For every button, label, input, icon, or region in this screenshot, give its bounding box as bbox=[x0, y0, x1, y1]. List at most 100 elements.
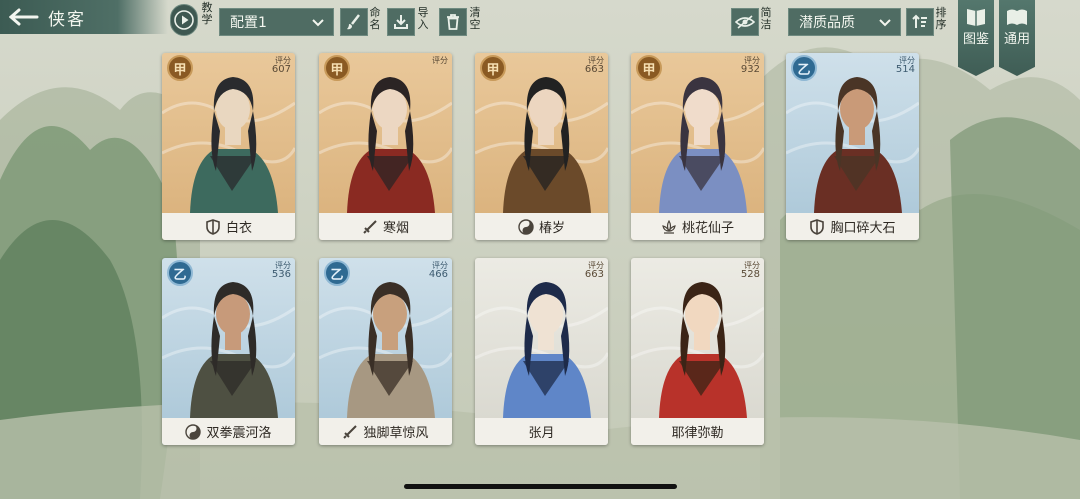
book-icon bbox=[967, 9, 985, 26]
character-name: 桃花仙子 bbox=[681, 221, 734, 236]
score-value: 536 bbox=[271, 269, 291, 280]
config-select[interactable]: 配置1 bbox=[219, 8, 334, 36]
score-value: 607 bbox=[271, 64, 291, 75]
score-block: 评分 bbox=[424, 56, 448, 65]
lotus-icon bbox=[661, 219, 677, 235]
score-block: 评分 932 bbox=[736, 56, 760, 75]
character-portrait bbox=[814, 77, 902, 213]
quality-select[interactable]: 潜质品质 bbox=[788, 8, 901, 36]
character-portrait bbox=[190, 282, 278, 418]
character-card[interactable]: 甲 评分寒烟 bbox=[319, 53, 452, 240]
chevron-down-icon bbox=[879, 19, 891, 27]
score-value: 514 bbox=[895, 64, 915, 75]
tutorial-button[interactable] bbox=[170, 4, 198, 36]
score-block: 评分 514 bbox=[891, 56, 915, 75]
character-card[interactable]: 甲 评分 607 白衣 bbox=[162, 53, 295, 240]
score-label: 评分 bbox=[432, 56, 448, 65]
character-name: 寒烟 bbox=[382, 221, 409, 236]
card-name-bar: 耶律弥勒 bbox=[631, 418, 764, 445]
grade-badge: 甲 bbox=[636, 55, 662, 81]
card-name-bar: 桃花仙子 bbox=[631, 213, 764, 240]
play-icon bbox=[174, 10, 194, 30]
book-open-icon bbox=[1007, 9, 1027, 25]
character-name: 双拳震河洛 bbox=[206, 426, 272, 441]
back-button[interactable]: 侠客 bbox=[0, 0, 168, 34]
sort-icon bbox=[912, 14, 927, 28]
rename-label: 命名 bbox=[369, 6, 381, 31]
character-portrait bbox=[347, 282, 435, 418]
rename-button[interactable] bbox=[340, 8, 368, 36]
top-bar: 侠客 教学 配置1 命名 导入 清空 简洁 潜质品质 排序 bbox=[0, 0, 1080, 40]
card-name-bar: 双拳震河洛 bbox=[162, 418, 295, 445]
card-name-bar: 白衣 bbox=[162, 213, 295, 240]
import-label: 导入 bbox=[417, 6, 429, 31]
character-card[interactable]: 甲 评分 663 椿岁 bbox=[475, 53, 608, 240]
sword-icon bbox=[342, 424, 358, 440]
shield-icon bbox=[809, 218, 825, 235]
general-label: 通用 bbox=[1003, 32, 1030, 47]
score-value: 663 bbox=[584, 269, 604, 280]
taiji-icon bbox=[518, 218, 534, 235]
sort-label: 排序 bbox=[935, 6, 947, 31]
character-portrait bbox=[659, 77, 747, 213]
grade-badge: 乙 bbox=[791, 55, 817, 81]
character-card[interactable]: 评分 663 张月 bbox=[475, 258, 608, 445]
character-card[interactable]: 乙 评分 536 双拳震河洛 bbox=[162, 258, 295, 445]
quality-select-value: 潜质品质 bbox=[799, 15, 855, 31]
character-name: 独脚草惊风 bbox=[363, 426, 429, 441]
grade-badge: 甲 bbox=[167, 55, 193, 81]
score-value: 528 bbox=[740, 269, 760, 280]
general-banner-button[interactable]: 通用 bbox=[999, 0, 1035, 76]
sort-button[interactable] bbox=[906, 8, 934, 36]
score-value: 932 bbox=[740, 64, 760, 75]
page-title: 侠客 bbox=[48, 9, 86, 30]
character-name: 张月 bbox=[528, 426, 555, 441]
card-name-bar: 独脚草惊风 bbox=[319, 418, 452, 445]
score-block: 评分 528 bbox=[736, 261, 760, 280]
card-name-bar: 胸口碎大石 bbox=[786, 213, 919, 240]
character-grid: 甲评分 607 白衣甲评分 寒烟甲评分 663 椿岁甲评分 932 桃花仙子乙评分 514 胸口碎… bbox=[162, 53, 919, 448]
score-value: 663 bbox=[584, 64, 604, 75]
grade-badge: 乙 bbox=[167, 260, 193, 286]
character-name: 椿岁 bbox=[538, 221, 565, 236]
home-indicator bbox=[404, 484, 677, 489]
import-button[interactable] bbox=[387, 8, 415, 36]
codex-banner-button[interactable]: 图鉴 bbox=[958, 0, 994, 76]
character-card[interactable]: 评分 528 耶律弥勒 bbox=[631, 258, 764, 445]
character-portrait bbox=[503, 282, 591, 418]
grade-badge: 甲 bbox=[480, 55, 506, 81]
character-name: 白衣 bbox=[225, 221, 252, 236]
taiji-icon bbox=[185, 423, 202, 440]
config-select-value: 配置1 bbox=[230, 15, 267, 31]
score-value: 466 bbox=[428, 269, 448, 280]
character-name: 胸口碎大石 bbox=[830, 221, 896, 236]
character-name: 耶律弥勒 bbox=[671, 426, 724, 441]
card-name-bar: 寒烟 bbox=[319, 213, 452, 240]
character-card[interactable]: 甲 评分 932 桃花仙子 bbox=[631, 53, 764, 240]
brush-icon bbox=[347, 14, 360, 30]
grade-badge: 乙 bbox=[324, 260, 350, 286]
back-arrow-icon bbox=[0, 0, 48, 34]
trash-icon bbox=[447, 14, 459, 30]
tutorial-label: 教学 bbox=[201, 1, 213, 26]
score-block: 评分 607 bbox=[267, 56, 291, 75]
grade-badge: 甲 bbox=[324, 55, 350, 81]
simple-view-label: 简洁 bbox=[760, 6, 772, 31]
simple-view-button[interactable] bbox=[731, 8, 759, 36]
character-portrait bbox=[347, 77, 435, 213]
score-block: 评分 536 bbox=[267, 261, 291, 280]
card-name-bar: 张月 bbox=[475, 418, 608, 445]
eye-off-icon bbox=[735, 15, 755, 29]
character-portrait bbox=[190, 77, 278, 213]
character-card[interactable]: 乙 评分 466 独脚草惊风 bbox=[319, 258, 452, 445]
character-portrait bbox=[659, 282, 747, 418]
character-portrait bbox=[503, 77, 591, 213]
clear-button[interactable] bbox=[439, 8, 467, 36]
character-card[interactable]: 乙 评分 514 胸口碎大石 bbox=[786, 53, 919, 240]
codex-label: 图鉴 bbox=[962, 32, 989, 47]
score-block: 评分 466 bbox=[424, 261, 448, 280]
score-block: 评分 663 bbox=[580, 261, 604, 280]
chevron-down-icon bbox=[312, 19, 324, 27]
shield-icon bbox=[205, 218, 221, 235]
sword-icon bbox=[362, 219, 378, 235]
